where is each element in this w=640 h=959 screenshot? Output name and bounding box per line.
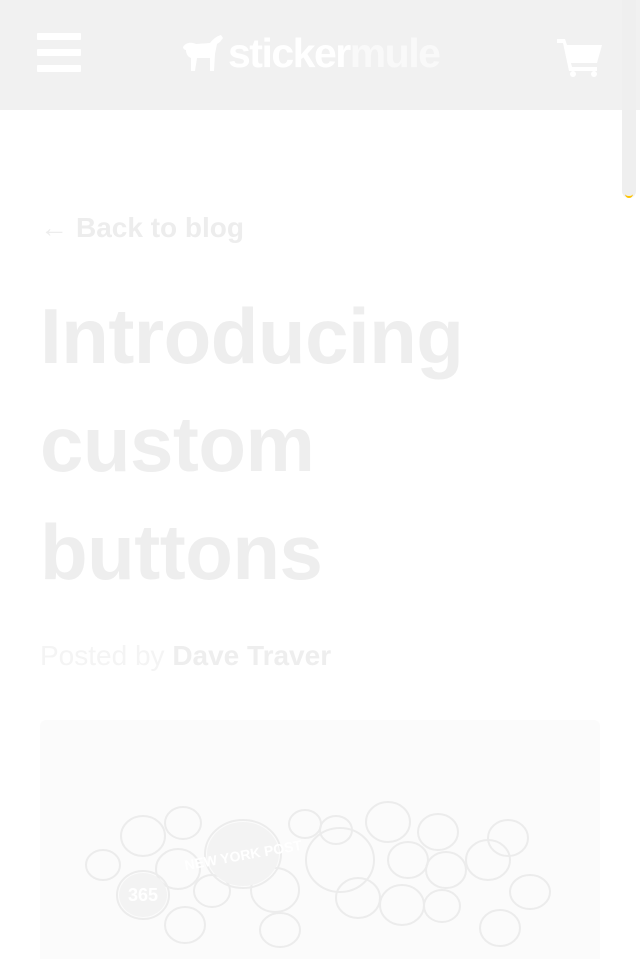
back-arrow-icon: ← — [40, 212, 68, 243]
page-scrollbar[interactable] — [622, 0, 636, 198]
logo-word-mule: mule — [349, 30, 441, 76]
hero-image-buttons: NEW YORK POST 365 — [40, 720, 600, 959]
post-byline: Posted by Dave Traver — [40, 638, 331, 674]
scrollbar-thumb[interactable] — [622, 0, 636, 198]
back-to-blog-label: Back to blog — [76, 212, 245, 243]
logo-word-sticker: sticker — [228, 30, 351, 76]
back-to-blog-link[interactable]: ← Back to blog — [40, 210, 244, 246]
post-title: Introducing custom buttons — [40, 292, 464, 596]
author-link[interactable]: Dave Traver — [172, 640, 331, 671]
buttons-photo-illustration: NEW YORK POST 365 — [85, 801, 551, 948]
mule-logo-icon — [183, 35, 223, 71]
logo-wordmark: stickermule — [228, 30, 441, 76]
shopping-cart-icon[interactable] — [557, 37, 603, 82]
byline-prefix: Posted by — [40, 640, 165, 671]
hamburger-menu-icon[interactable] — [37, 33, 81, 73]
stickermule-logo[interactable]: stickermule — [180, 30, 441, 76]
site-header: stickermule — [0, 0, 640, 110]
button-365-text: 365 — [128, 885, 158, 905]
